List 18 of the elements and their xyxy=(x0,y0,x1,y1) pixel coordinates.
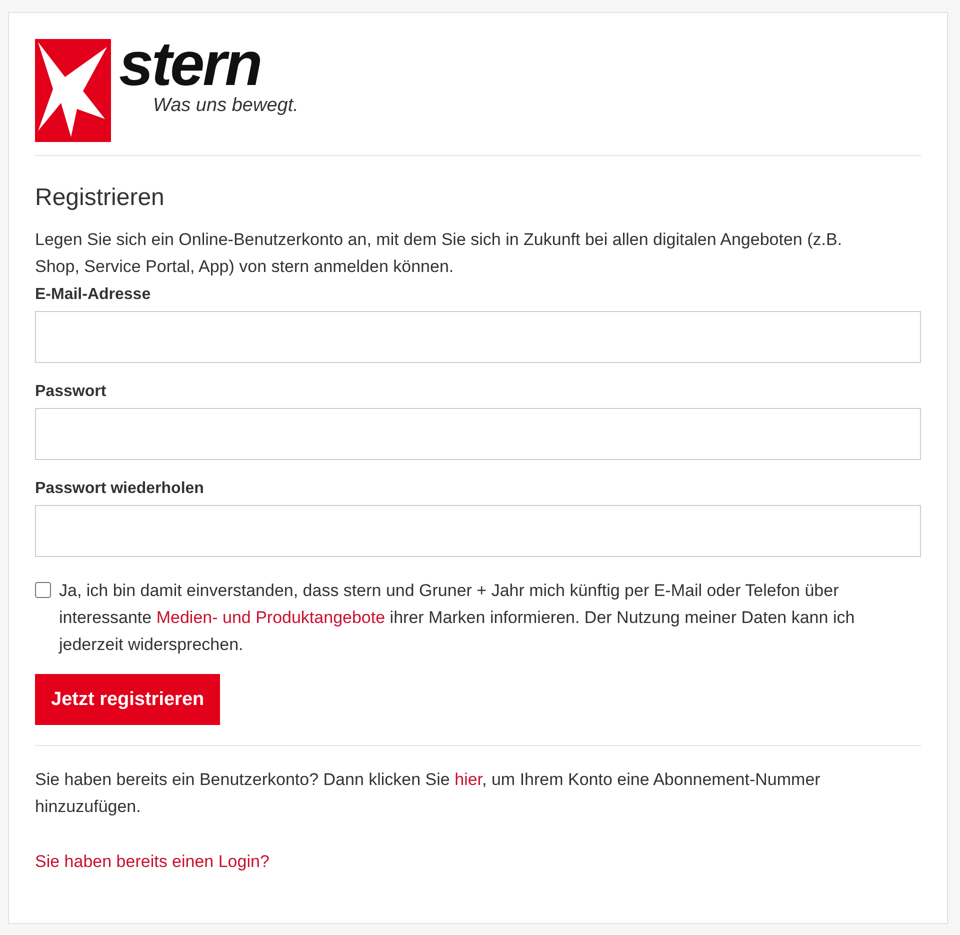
logo-wordmark: stern xyxy=(119,35,261,95)
consent-checkbox[interactable] xyxy=(35,582,51,598)
star-logo-icon xyxy=(35,39,111,142)
login-link[interactable]: Sie haben bereits einen Login? xyxy=(35,852,270,872)
consent-text: Ja, ich bin damit einverstanden, dass stern und Gruner + Jahr mich künftig per E-Mail oder Telefon über interessante Medien- und Produktangebote ihrer Marken informieren. Der Nutzung meiner Daten kann ich jederzeit widersprechen. xyxy=(59,580,856,656)
inline-link[interactable]: hier xyxy=(454,770,482,789)
logo-tagline: Was uns bewegt. xyxy=(153,95,298,117)
field-label: Passwort wiederholen xyxy=(35,480,205,498)
register-button[interactable]: Jetzt registrieren xyxy=(35,674,220,725)
intro-text: Legen Sie sich ein Online-Benutzerkonto an, mit dem Sie sich in Zukunft bei allen digitalen Angeboten (z.B. Shop, Service Portal, App) von stern anmelden können. xyxy=(35,229,844,278)
field-label: Passwort xyxy=(35,383,108,401)
input-field[interactable] xyxy=(35,311,921,363)
input-field[interactable] xyxy=(35,408,921,460)
input-field[interactable] xyxy=(35,505,921,557)
field-label: E-Mail-Adresse xyxy=(35,286,152,304)
account-note: Sie haben bereits ein Benutzerkonto? Dann klicken Sie hier, um Ihrem Konto eine Abonnement-Nummer hinzuzufügen. xyxy=(35,769,822,818)
inline-link[interactable]: Medien- und Produktangebote xyxy=(156,608,386,627)
page-heading: Registrieren xyxy=(35,184,166,212)
